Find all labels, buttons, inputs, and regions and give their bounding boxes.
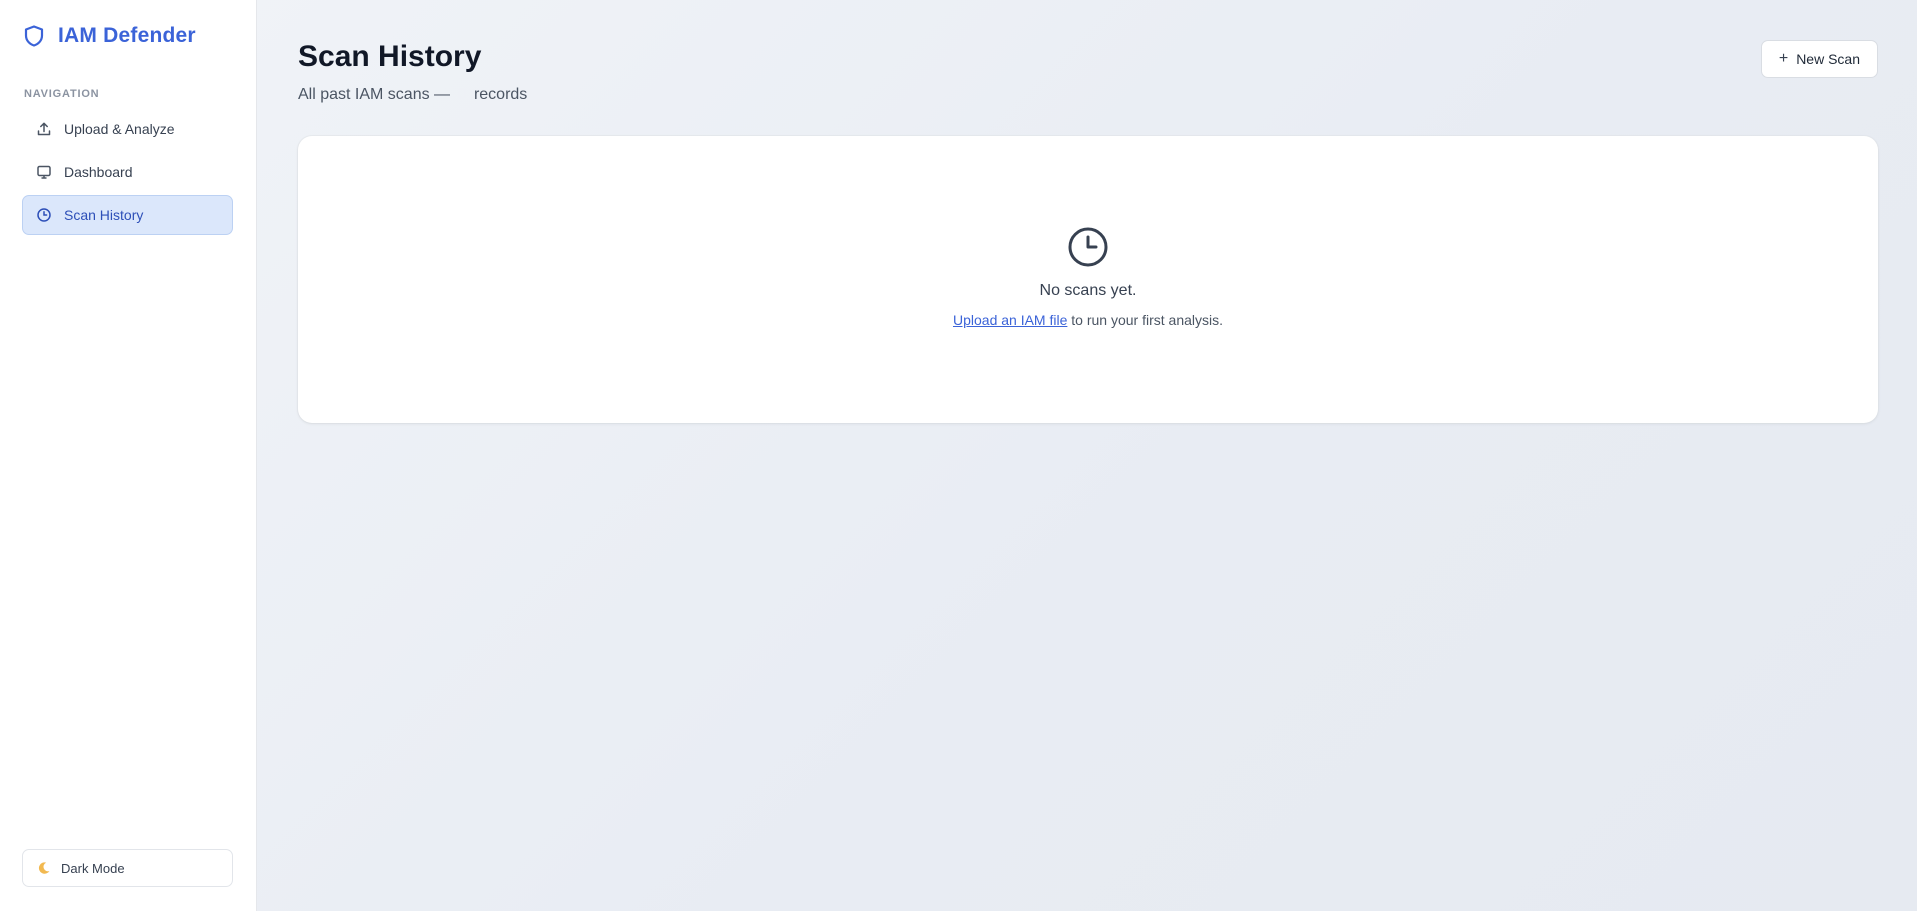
brand[interactable]: IAM Defender	[22, 24, 196, 48]
upload-icon	[37, 122, 51, 136]
app-name: IAM Defender	[58, 24, 196, 47]
upload-iam-file-link[interactable]: Upload an IAM file	[953, 312, 1067, 328]
clock-icon	[37, 208, 51, 222]
sidebar-item-label: Dashboard	[64, 164, 133, 180]
record-count: 0	[457, 86, 467, 103]
new-scan-label: New Scan	[1796, 51, 1860, 67]
sidebar: IAM Defender NAVIGATION Upload & Analyze…	[0, 0, 257, 911]
dark-mode-label: Dark Mode	[61, 860, 125, 876]
clock-icon	[1068, 227, 1108, 267]
sidebar-item-dashboard[interactable]: Dashboard	[22, 152, 233, 192]
sidebar-item-label: Upload & Analyze	[64, 121, 175, 137]
empty-state-hint-suffix: to run your first analysis.	[1071, 312, 1224, 328]
monitor-icon	[37, 165, 51, 179]
shield-icon	[24, 25, 44, 47]
sidebar-item-upload-analyze[interactable]: Upload & Analyze	[22, 109, 233, 149]
sidebar-nav: Upload & Analyze Dashboard Scan History	[22, 109, 233, 238]
page-title: Scan History	[298, 40, 482, 73]
nav-section-label: NAVIGATION	[24, 88, 100, 100]
empty-state: No scans yet. Upload an IAM file to run …	[298, 226, 1878, 328]
new-scan-button[interactable]: + New Scan	[1760, 40, 1878, 78]
empty-state-title: No scans yet.	[1039, 282, 1137, 299]
moon-icon	[38, 862, 50, 874]
sidebar-item-label: Scan History	[64, 207, 144, 223]
scan-history-card: No scans yet. Upload an IAM file to run …	[298, 136, 1878, 423]
plus-icon: +	[1778, 50, 1789, 67]
page-subtitle: All past IAM scans — 0 records	[298, 86, 527, 104]
subtitle-prefix: All past IAM scans —	[298, 86, 451, 103]
dark-mode-toggle[interactable]: Dark Mode	[22, 849, 233, 887]
sidebar-item-scan-history[interactable]: Scan History	[22, 195, 233, 235]
main-content: Scan History All past IAM scans — 0 reco…	[257, 0, 1917, 911]
empty-state-hint: Upload an IAM file to run your first ana…	[953, 312, 1223, 328]
subtitle-suffix: records	[473, 86, 528, 103]
